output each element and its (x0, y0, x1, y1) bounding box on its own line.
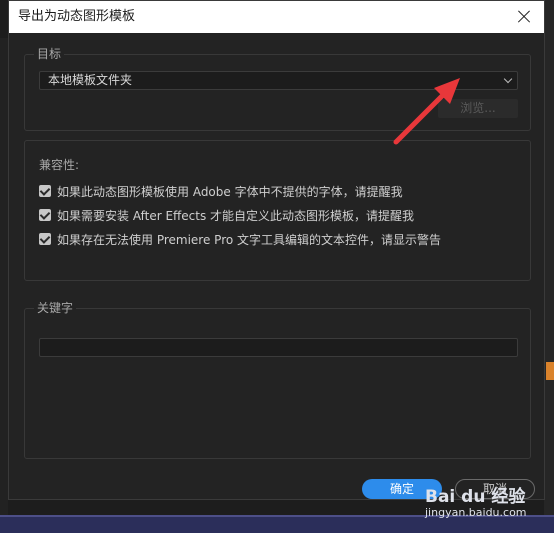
keywords-input[interactable] (39, 338, 518, 357)
compat-option-label: 如果此动态图形模板使用 Adobe 字体中不提供的字体，请提醒我 (57, 184, 403, 199)
compat-option-label: 如果需要安装 After Effects 才能自定义此动态图形模板，请提醒我 (57, 208, 415, 223)
compat-title: 兼容性: (39, 158, 80, 172)
dialog-title: 导出为动态图形模板 (18, 9, 136, 24)
annotation-arrow-icon (393, 78, 460, 145)
background-app-left (0, 38, 8, 518)
background-timeline (0, 517, 554, 533)
compat-option-premiere-text[interactable]: 如果存在无法使用 Premiere Pro 文字工具编辑的文本控件，请显示警告 (39, 231, 441, 247)
compat-option-adobe-fonts[interactable]: 如果此动态图形模板使用 Adobe 字体中不提供的字体，请提醒我 (39, 183, 403, 199)
checkbox-checked-icon[interactable] (39, 233, 51, 245)
watermark-logo: Bai du 经验 (425, 487, 526, 507)
close-icon[interactable] (514, 7, 534, 27)
target-label: 目标 (34, 46, 65, 62)
chevron-down-icon (503, 74, 513, 84)
checkbox-checked-icon[interactable] (39, 209, 51, 221)
background-app-marker (546, 362, 554, 380)
target-select-value: 本地模板文件夹 (48, 73, 133, 87)
compat-option-after-effects[interactable]: 如果需要安装 After Effects 才能自定义此动态图形模板，请提醒我 (39, 207, 414, 223)
dialog-titlebar: 导出为动态图形模板 (9, 1, 544, 33)
keywords-label: 关键字 (34, 300, 77, 316)
export-mogrt-dialog: 导出为动态图形模板 目标 本地模板文件夹 浏览... 兼容性: 如果此动态图形模… (8, 0, 545, 500)
keywords-group: 关键字 (24, 300, 531, 459)
compat-option-label: 如果存在无法使用 Premiere Pro 文字工具编辑的文本控件，请显示警告 (57, 232, 442, 247)
compat-group: 兼容性: 如果此动态图形模板使用 Adobe 字体中不提供的字体，请提醒我 如果… (24, 140, 531, 281)
background-app-right (544, 0, 554, 533)
checkbox-checked-icon[interactable] (39, 185, 51, 197)
watermark-url: jingyan.baidu.com (425, 506, 527, 519)
